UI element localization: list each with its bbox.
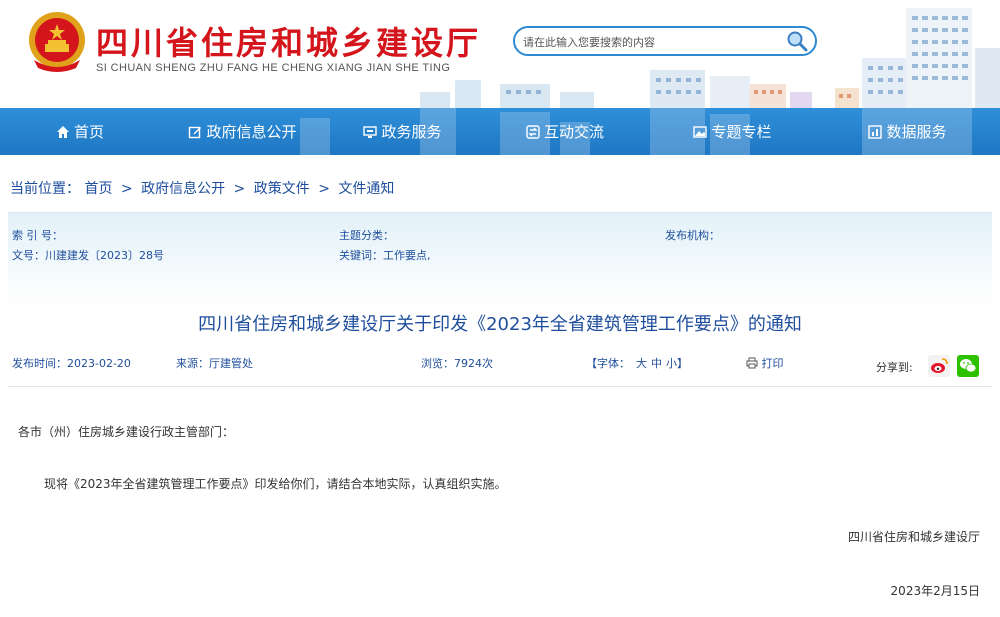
article-signature: 四川省住房和城乡建设厅 (847, 530, 980, 544)
meta-doc-no: 文号：川建建发〔2023〕28号 (12, 249, 164, 262)
home-icon (56, 125, 70, 139)
font-size-label: 【字体： (586, 357, 630, 370)
document-meta-box: 索 引 号： 主题分类： 发布机构： 文号：川建建发〔2023〕28号 关键词：… (8, 212, 992, 306)
breadcrumb-separator: > (233, 181, 246, 197)
print-label: 打印 (761, 357, 784, 370)
meta-keywords: 关键词：工作要点, (339, 249, 431, 262)
meta-topic: 主题分类： (339, 229, 394, 242)
monitor-icon (363, 125, 378, 139)
meta-index-no: 索 引 号： (12, 229, 63, 242)
article-info-row: 发布时间：2023-02-20 来源：厅建管处 浏览：7924次 【字体： 大中小… (0, 355, 1000, 375)
nav-item-label: 数据服务 (886, 123, 947, 141)
breadcrumb-link-gov-info[interactable]: 政府信息公开 (141, 181, 225, 197)
breadcrumb-separator: > (318, 181, 330, 197)
nav-item-label: 专题专栏 (711, 123, 772, 141)
breadcrumb-label: 当前位置： (10, 181, 80, 197)
nav-item-gov-info[interactable]: 政府信息公开 (160, 108, 325, 155)
meta-publisher: 发布机构： (665, 229, 720, 242)
image-icon (693, 125, 708, 139)
breadcrumb-link-home[interactable]: 首页 (84, 181, 112, 197)
nav-item-home[interactable]: 首页 (0, 108, 160, 155)
nav-item-label: 首页 (73, 123, 104, 141)
view-count: 浏览：7924次 (421, 357, 493, 370)
nav-item-interaction[interactable]: 互动交流 (480, 108, 650, 155)
font-size-medium-button[interactable]: 中 (651, 357, 662, 370)
site-header: 四川省住房和城乡建设厅 SI CHUAN SHENG ZHU FANG HE C… (0, 0, 1000, 110)
font-size-large-button[interactable]: 大 (636, 357, 647, 370)
magnifier-icon[interactable] (785, 29, 809, 53)
share-label: 分享到: (876, 361, 913, 374)
nav-item-data-services[interactable]: 数据服务 (815, 108, 1000, 155)
national-emblem-icon (29, 12, 85, 72)
weibo-icon[interactable] (928, 355, 950, 377)
content-divider (8, 386, 992, 387)
font-size-control: 【字体： 大中小】 (586, 355, 688, 371)
breadcrumb-separator: > (120, 181, 133, 197)
font-size-bracket: 】 (677, 357, 688, 370)
chart-icon (868, 124, 883, 139)
search-input[interactable] (523, 32, 783, 52)
site-title-pinyin: SI CHUAN SHENG ZHU FANG HE CHENG XIANG J… (96, 62, 451, 74)
nav-item-gov-services[interactable]: 政务服务 (325, 108, 480, 155)
search-box (513, 26, 817, 56)
nav-item-label: 政务服务 (381, 123, 442, 141)
nav-item-label: 政府信息公开 (206, 123, 297, 141)
exchange-icon (526, 124, 540, 139)
article-date: 2023年2月15日 (890, 584, 980, 598)
article-title: 四川省住房和城乡建设厅关于印发《2023年全省建筑管理工作要点》的通知 (198, 314, 802, 335)
printer-icon (746, 357, 758, 369)
publish-time: 发布时间：2023-02-20 (12, 357, 131, 370)
article-source: 来源：厅建管处 (176, 357, 253, 370)
wechat-icon[interactable] (957, 355, 979, 377)
article-body-paragraph: 现将《2023年全省建筑管理工作要点》印发给你们，请结合本地实际，认真组织实施。 (44, 477, 507, 491)
main-nav: 首页 政府信息公开 政务服务 互动交流 专题专栏 数据服务 (0, 108, 1000, 155)
edit-icon (188, 125, 202, 139)
nav-item-label: 互动交流 (543, 123, 604, 141)
article-salutation: 各市（州）住房城乡建设行政主管部门： (18, 425, 235, 439)
print-button[interactable]: 打印 (746, 355, 784, 371)
nav-item-special-topics[interactable]: 专题专栏 (650, 108, 815, 155)
breadcrumb: 当前位置： 首页 > 政府信息公开 > 政策文件 > 文件通知 (10, 178, 394, 198)
breadcrumb-link-notices[interactable]: 文件通知 (338, 181, 394, 197)
font-size-small-button[interactable]: 小 (666, 357, 677, 370)
site-title: 四川省住房和城乡建设厅 (96, 24, 482, 62)
breadcrumb-link-policy-docs[interactable]: 政策文件 (254, 181, 310, 197)
